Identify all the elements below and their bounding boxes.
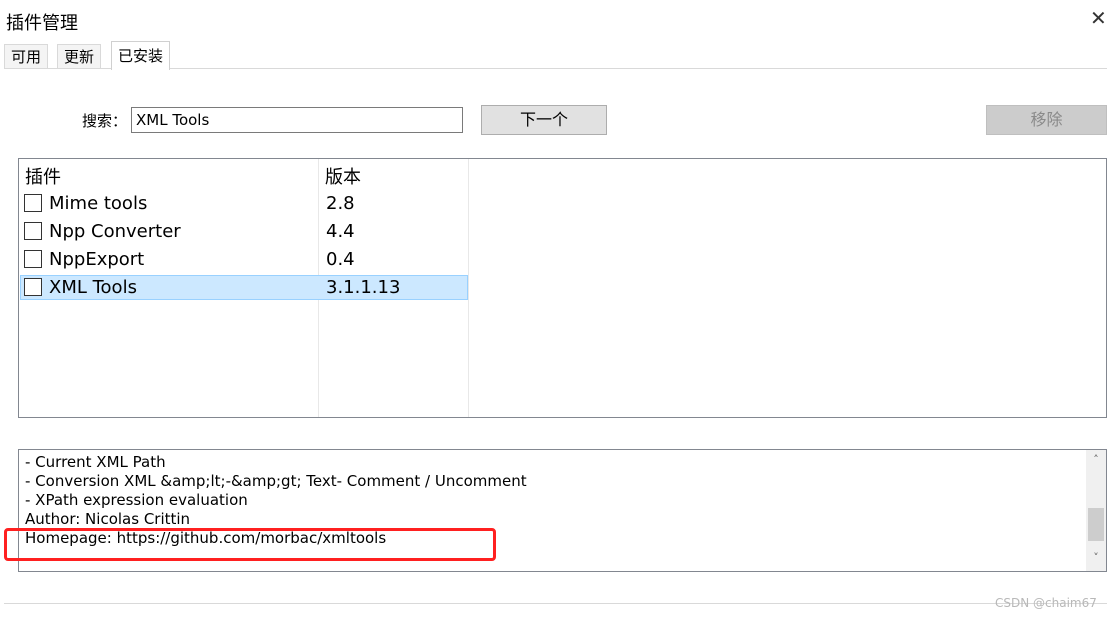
plugin-name: XML Tools (49, 277, 137, 298)
column-header-version[interactable]: 版本 (325, 163, 361, 189)
plugin-version: 4.4 (326, 221, 355, 242)
column-separator (468, 159, 469, 417)
bottom-divider (4, 603, 1107, 604)
plugin-version: 3.1.1.13 (326, 277, 401, 298)
list-item[interactable]: Npp Converter 4.4 (20, 219, 468, 244)
next-button[interactable]: 下一个 (481, 105, 607, 135)
plugin-name: Mime tools (49, 193, 148, 214)
list-item-selected[interactable]: XML Tools 3.1.1.13 (20, 275, 468, 300)
plugin-checkbox[interactable] (24, 222, 42, 240)
red-highlight-box (4, 528, 496, 561)
plugin-version: 0.4 (326, 249, 355, 270)
plugin-checkbox[interactable] (24, 194, 42, 212)
description-line: - Conversion XML &amp;lt;-&amp;gt; Text-… (25, 472, 527, 490)
column-header-plugin[interactable]: 插件 (25, 163, 61, 189)
window-title: 插件管理 (6, 13, 78, 34)
remove-button[interactable]: 移除 (986, 105, 1107, 135)
plugin-manager-window: 插件管理 ✕ 可用 更新 已安装 搜索： 下一个 移除 插件 版本 Mime t… (0, 0, 1107, 618)
description-line: - XPath expression evaluation (25, 491, 248, 509)
scroll-up-icon[interactable]: ˄ (1086, 450, 1106, 470)
search-input[interactable] (131, 107, 463, 133)
plugin-version: 2.8 (326, 193, 355, 214)
scrollbar-thumb[interactable] (1088, 508, 1104, 541)
plugin-checkbox[interactable] (24, 278, 42, 296)
description-line: Author: Nicolas Crittin (25, 510, 191, 528)
close-icon[interactable]: ✕ (1090, 6, 1107, 30)
tab-available[interactable]: 可用 (4, 44, 49, 69)
plugin-name: Npp Converter (49, 221, 181, 242)
plugin-checkbox[interactable] (24, 250, 42, 268)
list-item[interactable]: NppExport 0.4 (20, 247, 468, 272)
tab-installed[interactable]: 已安装 (111, 41, 171, 70)
search-label: 搜索： (82, 112, 128, 130)
scroll-down-icon[interactable]: ˅ (1086, 548, 1106, 568)
watermark: CSDN @chaim67 (995, 596, 1097, 610)
plugin-list[interactable]: 插件 版本 Mime tools 2.8 Npp Converter 4.4 N… (18, 158, 1107, 418)
tab-updates[interactable]: 更新 (57, 44, 102, 69)
list-item[interactable]: Mime tools 2.8 (20, 191, 468, 216)
description-line: - Current XML Path (25, 453, 166, 471)
plugin-name: NppExport (49, 249, 145, 270)
vertical-scrollbar[interactable]: ˄ ˅ (1086, 450, 1106, 571)
